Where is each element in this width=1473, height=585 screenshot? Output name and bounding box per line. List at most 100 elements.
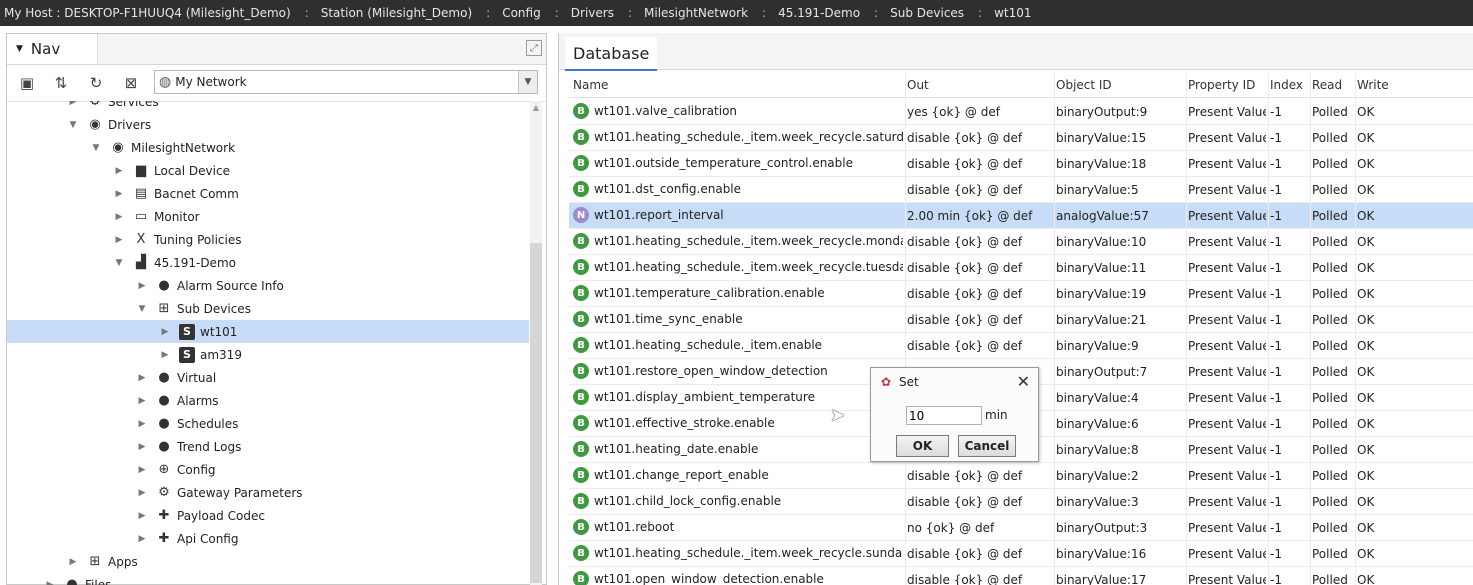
tree-item[interactable]: ▶ ● Alarm Source Info — [7, 274, 529, 297]
tree-item[interactable]: ▶ ⊕ Config — [7, 458, 529, 481]
breadcrumb-item[interactable]: : MilesightNetwork — [614, 6, 748, 20]
nav-tab[interactable]: ▼ Nav — [7, 34, 98, 64]
column-header[interactable]: Out — [907, 78, 1052, 92]
table-row[interactable]: Bwt101.dst_config.enable disable {ok} @ d… — [569, 177, 1473, 203]
collapse-triangle-icon[interactable]: ▼ — [16, 44, 23, 54]
scroll-thumb[interactable] — [530, 243, 542, 583]
table-row[interactable]: Bwt101.reboot no {ok} @ def binaryOutput:3… — [569, 515, 1473, 541]
column-header[interactable]: Name — [573, 78, 903, 92]
collapsed-triangle-icon[interactable]: ▶ — [136, 534, 148, 544]
expanded-triangle-icon[interactable]: ▼ — [67, 120, 79, 130]
collapsed-triangle-icon[interactable]: ▶ — [44, 580, 56, 585]
column-header[interactable]: Object ID — [1056, 78, 1184, 92]
cell-read: Polled — [1312, 261, 1348, 275]
table-row[interactable]: Nwt101.report_interval 2.00 min {ok} @ de… — [569, 203, 1473, 229]
close-icon[interactable]: ✕ — [1017, 372, 1030, 391]
table-row[interactable]: Bwt101.child_lock_config.enable disable {… — [569, 489, 1473, 515]
table-row[interactable]: Bwt101.heating_schedule._item.week_recyc… — [569, 255, 1473, 281]
collapsed-triangle-icon[interactable]: ▶ — [136, 396, 148, 406]
tree-item[interactable]: ▶ ✚ Api Config — [7, 527, 529, 550]
table-row[interactable]: Bwt101.heating_schedule._item.week_recyc… — [569, 229, 1473, 255]
tree-item[interactable]: ▼ ⊞ Sub Devices — [7, 297, 529, 320]
tree-item[interactable]: ▶ ▭ Monitor — [7, 205, 529, 228]
table-row[interactable]: Bwt101.change_report_enable disable {ok} … — [569, 463, 1473, 489]
tree-item[interactable]: ▶ ⚙ Services — [7, 101, 529, 113]
collapsed-triangle-icon[interactable]: ▶ — [113, 166, 125, 176]
cell-out: no {ok} @ def — [907, 521, 995, 535]
column-header[interactable]: Read — [1312, 78, 1352, 92]
breadcrumb-item[interactable]: : Station (Milesight_Demo) — [291, 6, 472, 20]
breadcrumb-item[interactable]: : wt101 — [964, 6, 1031, 20]
collapsed-triangle-icon[interactable]: ▶ — [136, 373, 148, 383]
tree-item[interactable]: ▶ X Tuning Policies — [7, 228, 529, 251]
tree-item[interactable]: ▶ ⚙ Gateway Parameters — [7, 481, 529, 504]
breadcrumb-item[interactable]: : Sub Devices — [860, 6, 964, 20]
table-row[interactable]: Bwt101.valve_calibration yes {ok} @ def bi… — [569, 99, 1473, 125]
nav-scrollbar[interactable]: ▲ — [530, 101, 542, 585]
ok-button[interactable]: OK — [896, 435, 949, 457]
boolean-point-icon: B — [573, 467, 589, 483]
tree-node-icon: ✚ — [158, 531, 170, 546]
table-row[interactable]: Bwt101.outside_temperature_control.enabl… — [569, 151, 1473, 177]
column-header[interactable]: Write — [1357, 78, 1397, 92]
tree-item[interactable]: ▼ ◉ MilesightNetwork — [7, 136, 529, 159]
collapsed-triangle-icon[interactable]: ▶ — [67, 557, 79, 567]
tree-item[interactable]: ▶ ● Alarms — [7, 389, 529, 412]
collapsed-triangle-icon[interactable]: ▶ — [136, 281, 148, 291]
column-header[interactable]: Index — [1270, 78, 1308, 92]
expanded-triangle-icon[interactable]: ▼ — [136, 304, 148, 314]
tree-item[interactable]: ▶ ● Virtual — [7, 366, 529, 389]
breadcrumb-item[interactable]: :My Host : DESKTOP-F1HUUQ4 (Milesight_De… — [0, 6, 291, 20]
cancel-button[interactable]: Cancel — [958, 435, 1016, 457]
collapsed-triangle-icon[interactable]: ▶ — [113, 235, 125, 245]
collapsed-triangle-icon[interactable]: ▶ — [113, 189, 125, 199]
cell-read: Polled — [1312, 391, 1348, 405]
network-select[interactable]: ◍ My Network ▼ — [154, 70, 538, 94]
collapsed-triangle-icon[interactable]: ▶ — [67, 101, 79, 107]
collapsed-triangle-icon[interactable]: ▶ — [136, 465, 148, 475]
tree-item-label: am319 — [200, 347, 242, 362]
collapsed-triangle-icon[interactable]: ▶ — [136, 488, 148, 498]
tree-item[interactable]: ▼ ▟ 45.191-Demo — [7, 251, 529, 274]
tree-item[interactable]: ▶ ▤ Bacnet Comm — [7, 182, 529, 205]
tab-database[interactable]: Database — [565, 37, 658, 71]
tree-item[interactable]: ▶ Swt101 — [7, 320, 529, 343]
collapsed-triangle-icon[interactable]: ▶ — [136, 511, 148, 521]
maximize-icon[interactable]: ⤢ — [526, 40, 542, 56]
sync-arrows-icon[interactable]: ⇅ — [51, 73, 71, 93]
table-row[interactable]: Bwt101.open_window_detection.enable disab… — [569, 567, 1473, 585]
boolean-point-icon: B — [573, 545, 589, 561]
tree-item[interactable]: ▶ ● Trend Logs — [7, 435, 529, 458]
chevron-down-icon[interactable]: ▼ — [518, 71, 537, 93]
table-row[interactable]: Bwt101.temperature_calibration.enable dis… — [569, 281, 1473, 307]
scroll-up-icon[interactable]: ▲ — [530, 103, 542, 112]
tree-item[interactable]: ▶ Sam319 — [7, 343, 529, 366]
open-folder-icon[interactable]: ▣ — [17, 73, 37, 93]
tree-item[interactable]: ▼ ◉ Drivers — [7, 113, 529, 136]
expanded-triangle-icon[interactable]: ▼ — [90, 143, 102, 153]
tree-item[interactable]: ▶ ✚ Payload Codec — [7, 504, 529, 527]
collapsed-triangle-icon[interactable]: ▶ — [159, 350, 171, 360]
breadcrumb-item[interactable]: : Drivers — [541, 6, 614, 20]
column-header[interactable]: Property ID — [1188, 78, 1266, 92]
collapsed-triangle-icon[interactable]: ▶ — [113, 212, 125, 222]
expanded-triangle-icon[interactable]: ▼ — [113, 258, 125, 268]
table-row[interactable]: Bwt101.heating_schedule._item.enable disa… — [569, 333, 1473, 359]
column-divider — [1310, 73, 1311, 585]
refresh-icon[interactable]: ↻ — [86, 73, 106, 93]
breadcrumb-item[interactable]: : Config — [472, 6, 541, 20]
collapsed-triangle-icon[interactable]: ▶ — [159, 327, 171, 337]
table-row[interactable]: Bwt101.heating_schedule._item.week_recyc… — [569, 125, 1473, 151]
close-tree-icon[interactable]: ⊠ — [121, 73, 141, 93]
tree-item[interactable]: ▶ ● Schedules — [7, 412, 529, 435]
collapsed-triangle-icon[interactable]: ▶ — [136, 442, 148, 452]
breadcrumb-item[interactable]: :45.191-Demo — [748, 6, 860, 20]
collapsed-triangle-icon[interactable]: ▶ — [136, 419, 148, 429]
table-row[interactable]: Bwt101.heating_schedule._item.week_recyc… — [569, 541, 1473, 567]
tree-item[interactable]: ▶ ⊞ Apps — [7, 550, 529, 573]
value-input[interactable] — [906, 406, 982, 425]
table-row[interactable]: Bwt101.time_sync_enable disable {ok} @ de… — [569, 307, 1473, 333]
tree-item[interactable]: ▶ ▆ Local Device — [7, 159, 529, 182]
cell-idx: -1 — [1270, 547, 1282, 561]
tree-item[interactable]: ▶ ● Files — [7, 573, 529, 585]
